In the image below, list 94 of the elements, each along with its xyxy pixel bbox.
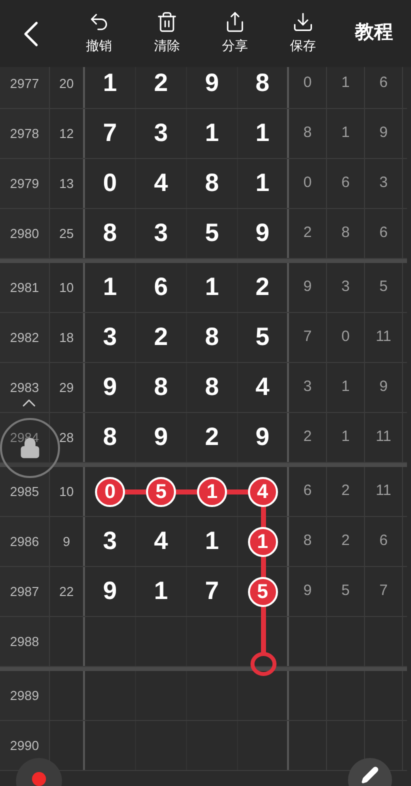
stat-value: 2 bbox=[303, 427, 312, 448]
stat-value: 9 bbox=[303, 581, 312, 602]
digit[interactable]: 9 bbox=[103, 375, 117, 400]
stat-value: 9 bbox=[303, 277, 312, 298]
digit[interactable]: 9 bbox=[256, 221, 270, 246]
pencil-icon bbox=[361, 766, 379, 784]
digit[interactable]: 0 bbox=[103, 171, 117, 196]
stat-value: 6 bbox=[379, 531, 388, 552]
sum-cell: 9 bbox=[50, 517, 85, 566]
share-icon bbox=[224, 11, 246, 34]
stat-value: 6 bbox=[341, 173, 350, 194]
digit[interactable]: 2 bbox=[205, 425, 219, 450]
toolbar-button[interactable]: 分享 bbox=[201, 11, 269, 56]
sum-cell: 12 bbox=[50, 109, 85, 158]
download-icon bbox=[292, 11, 314, 34]
digit[interactable]: 1 bbox=[205, 275, 219, 300]
digit[interactable]: 5 bbox=[205, 221, 219, 246]
digit[interactable]: 8 bbox=[205, 325, 219, 350]
digit[interactable]: 2 bbox=[154, 325, 168, 350]
digit[interactable]: 3 bbox=[103, 325, 117, 350]
digit[interactable]: 1 bbox=[205, 529, 219, 554]
stat-value: 0 bbox=[341, 327, 350, 348]
stat-value: 1 bbox=[341, 73, 350, 94]
stat-value: 11 bbox=[376, 327, 392, 348]
stat-value: 11 bbox=[376, 481, 392, 502]
digit[interactable]: 9 bbox=[103, 579, 117, 604]
stat-value: 8 bbox=[303, 123, 312, 144]
sum-cell: 29 bbox=[50, 363, 85, 412]
circled-digit[interactable]: 5 bbox=[248, 576, 278, 606]
digit[interactable]: 9 bbox=[205, 71, 219, 96]
digit[interactable]: 9 bbox=[256, 425, 270, 450]
digit[interactable]: 7 bbox=[103, 121, 117, 146]
digit[interactable]: 5 bbox=[256, 325, 270, 350]
circled-digit[interactable]: 5 bbox=[146, 476, 176, 506]
stat-value: 5 bbox=[341, 581, 350, 602]
stat-value: 3 bbox=[341, 277, 350, 298]
digit[interactable]: 1 bbox=[103, 275, 117, 300]
trash-icon bbox=[156, 11, 178, 34]
digit[interactable]: 9 bbox=[154, 425, 168, 450]
sum-cell: 18 bbox=[50, 313, 85, 362]
digit[interactable]: 4 bbox=[154, 529, 168, 554]
toolbar-button[interactable]: 撤销 bbox=[65, 11, 133, 56]
digit[interactable]: 8 bbox=[103, 221, 117, 246]
sum-cell: 13 bbox=[50, 159, 85, 208]
digit[interactable]: 3 bbox=[154, 121, 168, 146]
digit[interactable]: 8 bbox=[205, 171, 219, 196]
stat-value: 2 bbox=[341, 481, 350, 502]
tutorial-button[interactable]: 教程 bbox=[355, 19, 393, 48]
stat-value: 1 bbox=[341, 427, 350, 448]
digit[interactable]: 1 bbox=[154, 579, 168, 604]
stat-value: 7 bbox=[303, 327, 312, 348]
stat-value: 0 bbox=[303, 173, 312, 194]
digit[interactable]: 2 bbox=[256, 275, 270, 300]
stat-value: 0 bbox=[303, 73, 312, 94]
stat-value: 6 bbox=[379, 73, 388, 94]
stat-value: 9 bbox=[379, 377, 388, 398]
circled-digit[interactable]: 1 bbox=[197, 476, 227, 506]
stat-value: 3 bbox=[303, 377, 312, 398]
stat-value: 1 bbox=[341, 123, 350, 144]
stat-value: 8 bbox=[341, 223, 350, 244]
sum-cell: 22 bbox=[50, 567, 85, 616]
stat-value: 9 bbox=[379, 123, 388, 144]
stat-value: 6 bbox=[379, 223, 388, 244]
digit[interactable]: 8 bbox=[256, 71, 270, 96]
stat-value: 6 bbox=[303, 481, 312, 502]
digit[interactable]: 8 bbox=[205, 375, 219, 400]
stat-value: 5 bbox=[379, 277, 388, 298]
toolbar-button[interactable]: 清除 bbox=[133, 11, 201, 56]
digit[interactable]: 6 bbox=[154, 275, 168, 300]
circled-digit[interactable]: 4 bbox=[248, 476, 278, 506]
toolbar-button[interactable]: 保存 bbox=[269, 11, 337, 56]
circled-digit[interactable]: 1 bbox=[248, 526, 278, 556]
record-icon bbox=[32, 772, 46, 786]
stat-value: 2 bbox=[303, 223, 312, 244]
stat-value: 2 bbox=[341, 531, 350, 552]
circled-digit[interactable]: 0 bbox=[95, 476, 125, 506]
digit[interactable]: 2 bbox=[154, 71, 168, 96]
digit[interactable]: 1 bbox=[205, 121, 219, 146]
stat-value: 8 bbox=[303, 531, 312, 552]
digit[interactable]: 4 bbox=[154, 171, 168, 196]
digit[interactable]: 7 bbox=[205, 579, 219, 604]
stat-value: 1 bbox=[341, 377, 350, 398]
digit[interactable]: 1 bbox=[103, 71, 117, 96]
stat-value: 11 bbox=[376, 427, 392, 448]
digit[interactable]: 3 bbox=[154, 221, 168, 246]
digit[interactable]: 1 bbox=[256, 171, 270, 196]
sum-cell: 20 bbox=[50, 67, 85, 108]
digit[interactable]: 4 bbox=[256, 375, 270, 400]
digit[interactable]: 8 bbox=[103, 425, 117, 450]
stat-value: 7 bbox=[379, 581, 388, 602]
stat-value: 3 bbox=[379, 173, 388, 194]
digit[interactable]: 8 bbox=[154, 375, 168, 400]
digit[interactable]: 1 bbox=[256, 121, 270, 146]
digit[interactable]: 3 bbox=[103, 529, 117, 554]
